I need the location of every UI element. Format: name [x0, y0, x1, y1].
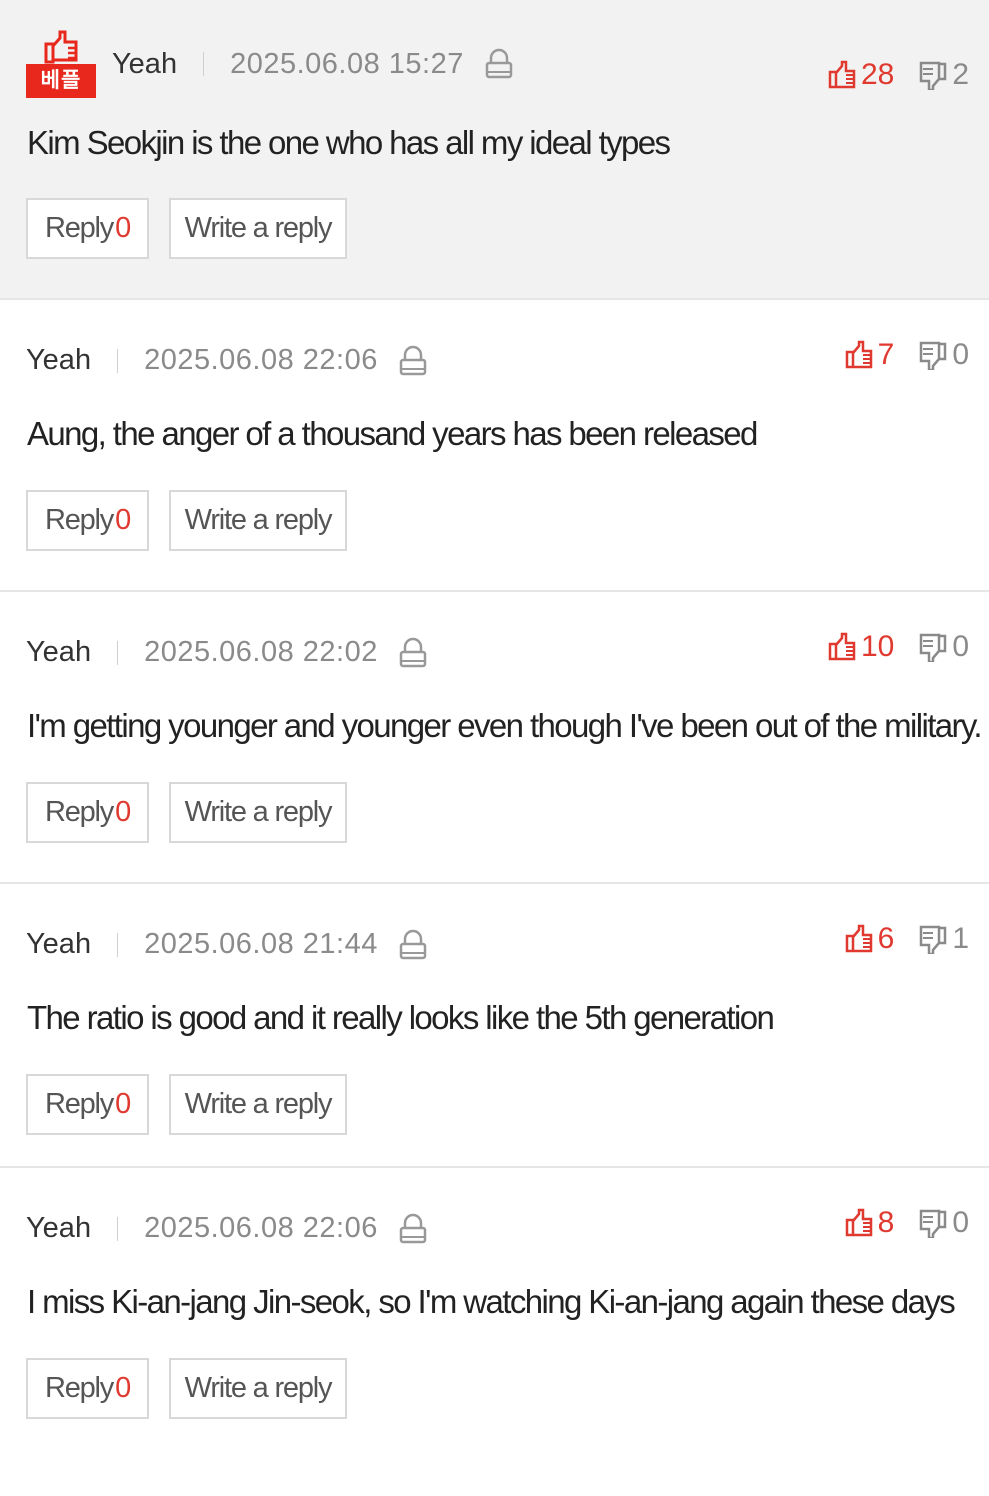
- reply-count: 0: [115, 1088, 131, 1120]
- comment-date: 2025.06.08 22:06: [144, 344, 378, 376]
- lock-icon: [399, 1213, 427, 1243]
- thumbs-up-icon: [845, 924, 872, 953]
- write-reply-button[interactable]: Write a reply: [169, 198, 347, 259]
- comment-text: Kim Seokjin is the one who has all my id…: [27, 124, 671, 161]
- thumbs-up-icon: [828, 60, 856, 89]
- reply-label: Reply: [44, 212, 114, 244]
- comment-nickname: Yeah: [26, 1212, 92, 1244]
- reply-count: 0: [115, 1372, 131, 1404]
- reply-button[interactable]: Reply 0: [26, 198, 149, 259]
- reply-button[interactable]: Reply 0: [26, 1358, 149, 1419]
- lock-icon: [399, 637, 427, 667]
- comment-text: Aung, the anger of a thousand years has …: [27, 415, 758, 452]
- reply-count: 0: [115, 796, 131, 828]
- thumbs-up-icon: [845, 340, 872, 369]
- comment-item: Yeah 2025.06.08 22:06 8 0 I miss Ki-an-j…: [0, 1168, 989, 1496]
- like-button[interactable]: 28: [827, 58, 894, 92]
- comment-nickname: Yeah: [26, 928, 92, 960]
- dislike-button[interactable]: 0: [918, 630, 969, 664]
- comment-actions: Reply 0 Write a reply: [26, 1074, 347, 1135]
- thumbs-up-icon: [828, 632, 856, 661]
- lock-icon: [485, 48, 513, 79]
- meta-divider: [117, 640, 119, 665]
- comment-item: Yeah 2025.06.08 22:02 10 0 I'm getting y…: [0, 592, 989, 884]
- like-button[interactable]: 6: [844, 922, 895, 956]
- vote-area: 6 1: [844, 922, 969, 956]
- comment-meta: Yeah 2025.06.08 21:44: [26, 928, 428, 961]
- reply-count: 0: [115, 212, 131, 244]
- comment-meta: Yeah 2025.06.08 22:06: [26, 344, 428, 377]
- comment-meta: 베플 Yeah 2025.06.08 15:27: [26, 30, 514, 98]
- lock-icon: [399, 929, 427, 959]
- meta-divider: [117, 1216, 119, 1241]
- like-count: 8: [877, 1206, 895, 1239]
- meta-divider: [203, 52, 205, 76]
- vote-area: 7 0: [844, 338, 969, 372]
- reply-button[interactable]: Reply 0: [26, 490, 149, 551]
- vote-area: 8 0: [844, 1206, 969, 1240]
- comment-nickname: Yeah: [26, 344, 92, 376]
- thumbs-down-icon: [920, 633, 947, 662]
- dislike-count: 0: [952, 1206, 969, 1239]
- like-count: 7: [877, 338, 895, 371]
- comment-item: Yeah 2025.06.08 22:06 7 0 Aung, the ange…: [0, 300, 989, 592]
- dislike-count: 0: [952, 338, 969, 371]
- dislike-count: 0: [952, 630, 969, 663]
- comment-actions: Reply 0 Write a reply: [26, 1358, 347, 1419]
- comment-actions: Reply 0 Write a reply: [26, 198, 347, 259]
- comment-nickname: Yeah: [112, 47, 178, 80]
- lock-icon: [399, 345, 427, 375]
- thumbs-up-icon: [845, 1208, 872, 1237]
- comment-meta: Yeah 2025.06.08 22:02: [26, 636, 428, 669]
- reply-label: Reply: [44, 1372, 114, 1404]
- thumbs-down-icon: [920, 341, 947, 370]
- thumbs-up-icon: [44, 30, 78, 64]
- best-label: 베플: [26, 64, 96, 98]
- comment-date: 2025.06.08 21:44: [144, 928, 378, 960]
- comment-meta: Yeah 2025.06.08 22:06: [26, 1212, 428, 1245]
- thumbs-down-icon: [920, 61, 947, 90]
- comment-text: I'm getting younger and younger even tho…: [27, 707, 983, 744]
- meta-divider: [117, 932, 119, 957]
- dislike-count: 2: [952, 58, 969, 91]
- comment-date: 2025.06.08 22:02: [144, 636, 378, 668]
- comment-text: The ratio is good and it really looks li…: [27, 999, 775, 1036]
- like-count: 6: [877, 922, 895, 955]
- comment-text: I miss Ki-an-jang Jin-seok, so I'm watch…: [27, 1283, 956, 1320]
- reply-button[interactable]: Reply 0: [26, 782, 149, 843]
- vote-area: 28 2: [827, 58, 969, 92]
- reply-label: Reply: [44, 1088, 114, 1120]
- comment-actions: Reply 0 Write a reply: [26, 490, 347, 551]
- reply-button[interactable]: Reply 0: [26, 1074, 149, 1135]
- like-count: 10: [860, 630, 895, 663]
- dislike-button[interactable]: 0: [918, 1206, 969, 1240]
- thumbs-down-icon: [920, 1209, 947, 1238]
- dislike-button[interactable]: 0: [918, 338, 969, 372]
- comment-nickname: Yeah: [26, 636, 92, 668]
- like-button[interactable]: 7: [844, 338, 895, 372]
- comment-item: Yeah 2025.06.08 21:44 6 1 The ratio is g…: [0, 884, 989, 1168]
- comment-item: 베플 Yeah 2025.06.08 15:27 28 2 Kim Seokji…: [0, 0, 989, 300]
- like-count: 28: [860, 58, 895, 91]
- comment-actions: Reply 0 Write a reply: [26, 782, 347, 843]
- meta-divider: [117, 348, 119, 373]
- write-reply-button[interactable]: Write a reply: [169, 1358, 347, 1419]
- write-reply-button[interactable]: Write a reply: [169, 782, 347, 843]
- vote-area: 10 0: [827, 630, 969, 664]
- comment-date: 2025.06.08 15:27: [230, 47, 464, 80]
- dislike-count: 1: [952, 922, 969, 955]
- thumbs-down-icon: [920, 925, 947, 954]
- dislike-button[interactable]: 2: [918, 58, 969, 92]
- reply-label: Reply: [44, 504, 114, 536]
- reply-count: 0: [115, 504, 131, 536]
- comment-date: 2025.06.08 22:06: [144, 1212, 378, 1244]
- like-button[interactable]: 10: [827, 630, 894, 664]
- best-comment-badge: 베플: [26, 30, 96, 98]
- write-reply-button[interactable]: Write a reply: [169, 490, 347, 551]
- like-button[interactable]: 8: [844, 1206, 895, 1240]
- write-reply-button[interactable]: Write a reply: [169, 1074, 347, 1135]
- dislike-button[interactable]: 1: [918, 922, 969, 956]
- reply-label: Reply: [44, 796, 114, 828]
